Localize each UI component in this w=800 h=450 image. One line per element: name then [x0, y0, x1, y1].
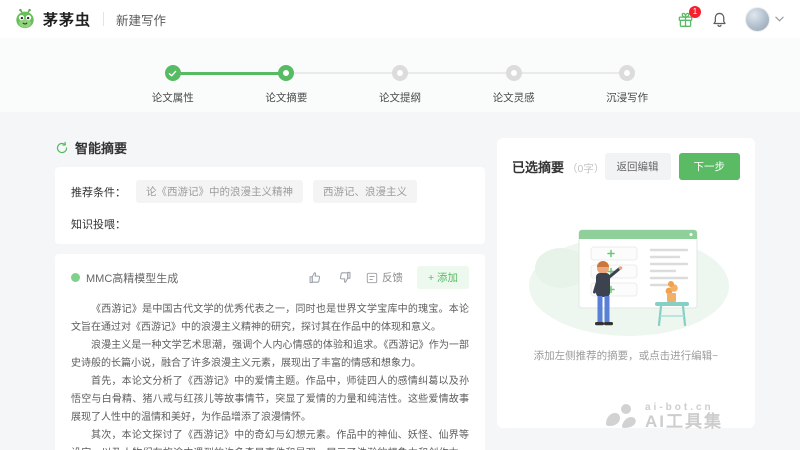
green-dot-icon [71, 273, 80, 282]
watermark: ai-bot.cn AI工具集 [604, 402, 723, 432]
result-actions: 反馈 + 添加 [308, 266, 469, 289]
thumbs-up-icon[interactable] [308, 270, 323, 285]
step-label: 论文提纲 [378, 92, 421, 104]
conditions-card: 推荐条件： 论《西游记》中的浪漫主义精神 西游记、浪漫主义 知识投喂： [55, 167, 485, 244]
step-current-icon [278, 65, 295, 81]
panel-buttons: 返回编辑 下一步 [604, 153, 740, 180]
avatar [745, 6, 770, 32]
condition-tag: 西游记、浪漫主义 [313, 180, 417, 203]
bug-logo-icon [16, 8, 34, 29]
feedback-button[interactable]: 反馈 [366, 270, 403, 285]
model-source: MMC高精模型生成 [71, 270, 178, 286]
step-label: 沉浸写作 [606, 92, 649, 104]
top-bar: 茅茅虫 新建写作 1 [0, 0, 800, 38]
main-content: 智能摘要 推荐条件： 论《西游记》中的浪漫主义精神 西游记、浪漫主义 知识投喂：… [0, 112, 800, 450]
step-immersive-writing[interactable]: 沉浸写作 [513, 65, 684, 105]
page-title: 新建写作 [116, 13, 167, 28]
step-label: 论文属性 [151, 92, 194, 104]
watermark-text: ai-bot.cn AI工具集 [645, 402, 723, 432]
abstract-text: 《西游记》是中国古代文学的优秀代表之一，同时也是世界文学宝库中的瑰宝。本论文旨在… [71, 301, 469, 450]
ai-bot-logo-icon [606, 404, 636, 428]
generated-abstract-card: MMC高精模型生成 反馈 + 添加 《西游记》是中国古代文学的优秀代表之一，同时… [55, 254, 485, 450]
brand: 茅茅虫 新建写作 [14, 8, 166, 30]
header-divider [103, 12, 105, 26]
app-window: 茅茅虫 新建写作 1 论文属性 论文摘要 论文提纲 论文灵感 沉浸写作 智能摘要… [0, 0, 800, 450]
result-header: MMC高精模型生成 反馈 + 添加 [71, 266, 469, 289]
conditions-label: 推荐条件： [71, 186, 126, 199]
abstract-paragraph: 首先，本论文分析了《西游记》中的爱情主题。作品中，师徒四人的感情纠葛以及孙悟空与… [71, 376, 469, 423]
add-abstract-button[interactable]: + 添加 [416, 266, 469, 289]
recommend-conditions-row: 推荐条件： 论《西游记》中的浪漫主义精神 西游记、浪漫主义 [71, 180, 469, 203]
step-todo-icon [391, 65, 408, 81]
empty-state-hint: 添加左侧推荐的摘要，或点击进行编辑~ [533, 350, 719, 362]
step-todo-icon [505, 65, 522, 81]
thumbs-down-icon[interactable] [337, 270, 352, 285]
bell-icon[interactable] [711, 11, 728, 28]
condition-tag: 论《西游记》中的浪漫主义精神 [136, 180, 303, 203]
chevron-down-icon [775, 16, 784, 22]
section-title: 智能摘要 [75, 141, 128, 156]
selected-abstract-panel: 已选摘要 （0字） 返回编辑 下一步 添加左侧推荐的摘要，或点击进行编辑~ ai… [497, 138, 755, 450]
step-label: 论文灵感 [492, 92, 535, 104]
gift-button[interactable]: 1 [677, 5, 701, 28]
header-actions: 1 [677, 5, 784, 32]
selected-abstract-title-wrap: 已选摘要 （0字） [512, 157, 604, 176]
refresh-icon [56, 141, 68, 153]
gift-badge: 1 [689, 5, 701, 18]
stepper: 论文属性 论文摘要 论文提纲 论文灵感 沉浸写作 [116, 65, 684, 105]
feedback-icon [366, 272, 378, 283]
step-todo-icon [619, 65, 636, 81]
section-title-row: 智能摘要 [55, 138, 485, 157]
step-paper-outline[interactable]: 论文提纲 [286, 65, 457, 105]
abstract-paragraph: 浪漫主义是一种文学艺术思潮，强调个人内心情感的体验和追求。《西游记》作为一部史诗… [71, 340, 469, 369]
watermark-title: AI工具集 [645, 412, 723, 432]
next-step-button[interactable]: 下一步 [678, 153, 740, 180]
knowledge-feed-row: 知识投喂： [71, 216, 469, 232]
brand-name: 茅茅虫 [43, 11, 92, 29]
stepper-band: 论文属性 论文摘要 论文提纲 论文灵感 沉浸写作 [0, 38, 800, 112]
smart-abstract-panel: 智能摘要 推荐条件： 论《西游记》中的浪漫主义精神 西游记、浪漫主义 知识投喂：… [55, 138, 485, 450]
step-paper-inspiration[interactable]: 论文灵感 [400, 65, 571, 105]
abstract-paragraph: 其次，本论文探讨了《西游记》中的奇幻与幻想元素。作品中的神仙、妖怪、仙界等设定，… [71, 430, 469, 450]
user-menu[interactable] [745, 6, 784, 32]
feedback-label: 反馈 [381, 272, 403, 284]
selected-abstract-header: 已选摘要 （0字） 返回编辑 下一步 [512, 153, 740, 180]
selected-abstract-title: 已选摘要 [512, 160, 565, 175]
abstract-paragraph: 《西游记》是中国古代文学的优秀代表之一，同时也是世界文学宝库中的瑰宝。本论文旨在… [71, 304, 469, 333]
step-paper-abstract[interactable]: 论文摘要 [172, 65, 344, 105]
empty-state-illustration [529, 229, 729, 336]
word-count: （0字） [567, 163, 605, 175]
step-label: 论文摘要 [265, 92, 308, 104]
selected-abstract-card: 已选摘要 （0字） 返回编辑 下一步 添加左侧推荐的摘要，或点击进行编辑~ ai… [497, 138, 755, 431]
back-to-edit-button[interactable]: 返回编辑 [604, 153, 671, 180]
step-done-icon [164, 65, 181, 81]
model-source-label: MMC高精模型生成 [86, 272, 179, 285]
knowledge-label: 知识投喂： [71, 219, 126, 231]
